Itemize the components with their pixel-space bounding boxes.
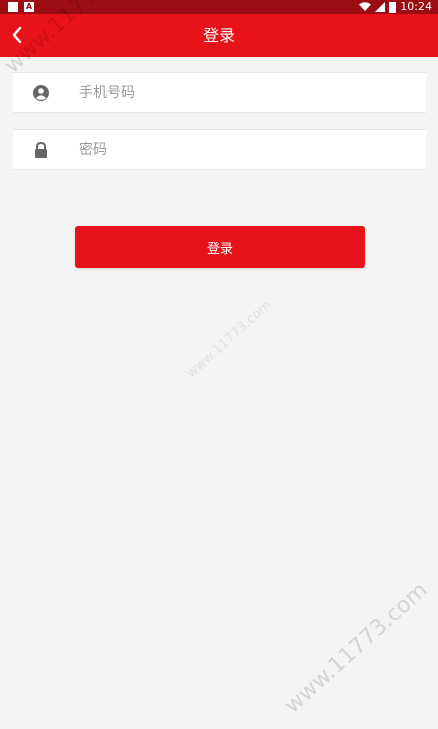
- app-bar: 登录: [0, 14, 438, 57]
- a-badge-icon: A: [24, 2, 34, 12]
- status-bar: A 10:24: [0, 0, 438, 14]
- signal-icon: [375, 2, 386, 12]
- notification-square-icon: [8, 2, 18, 12]
- phone-input[interactable]: [79, 73, 409, 112]
- battery-icon: [389, 1, 397, 13]
- status-bar-left: A: [8, 2, 34, 12]
- password-field: [13, 129, 426, 170]
- page-title: 登录: [202, 26, 235, 45]
- status-time: 10:24: [400, 0, 432, 13]
- phone-field: [13, 72, 426, 113]
- login-button[interactable]: 登录: [75, 226, 365, 268]
- lock-icon: [35, 141, 47, 158]
- watermark: www.11773.com: [280, 577, 433, 719]
- password-input[interactable]: [79, 130, 409, 169]
- user-circle-icon: [33, 85, 49, 101]
- wifi-icon: [359, 2, 372, 11]
- status-bar-right: 10:24: [359, 0, 432, 14]
- watermark: www.11773.com: [184, 297, 275, 382]
